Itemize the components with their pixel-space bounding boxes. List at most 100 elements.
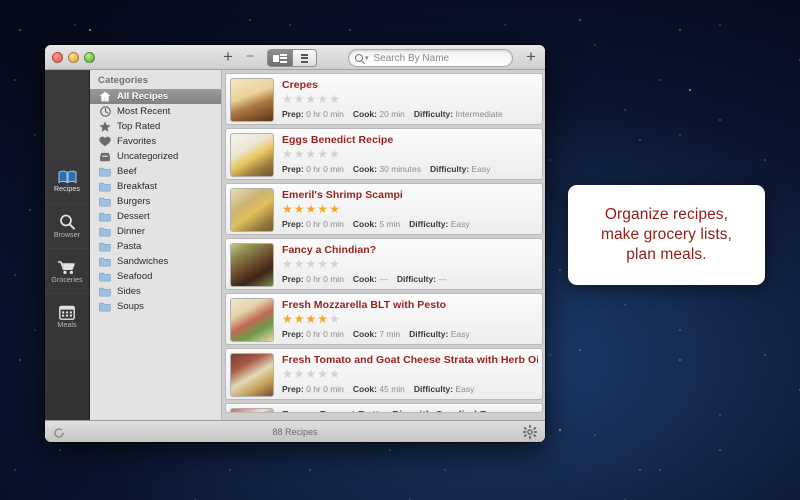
add-button-right[interactable]: + [526,48,536,65]
rail-item-meals[interactable]: Meals [45,293,90,338]
star-icon[interactable]: ★ [306,313,317,325]
star-icon[interactable]: ★ [282,368,293,380]
star-icon[interactable]: ★ [306,93,317,105]
star-icon[interactable]: ★ [294,93,305,105]
cook-value: 20 min [379,109,405,119]
rating-stars[interactable]: ★ ★ ★ ★ ★ [282,313,538,325]
folder-icon [99,271,111,282]
recipe-row[interactable]: Eggs Benedict Recipe ★ ★ ★ ★ ★ Prep: 0 hr 0 mi… [225,128,543,180]
sidebar-item-soups[interactable]: Soups [90,299,221,314]
recipe-title[interactable]: Fancy a Chindian? [282,244,538,256]
zoom-button[interactable] [84,51,95,63]
prep-label: Prep: [282,219,304,229]
star-icon[interactable]: ★ [329,203,340,215]
sidebar-item-top-rated[interactable]: Top Rated [90,119,221,134]
rail-item-recipes[interactable]: Recipes [45,158,90,203]
star-icon[interactable]: ★ [306,203,317,215]
close-button[interactable] [52,51,63,63]
recipe-row[interactable]: Crepes ★ ★ ★ ★ ★ Prep: 0 hr 0 min Cook: 20 min D… [225,73,543,125]
recipe-list[interactable]: Crepes ★ ★ ★ ★ ★ Prep: 0 hr 0 min Cook: 20 min D… [222,70,545,420]
sidebar-item-label: All Recipes [117,91,169,102]
sidebar-item-burgers[interactable]: Burgers [90,194,221,209]
recipe-title[interactable]: Eggs Benedict Recipe [282,134,538,146]
rating-stars[interactable]: ★ ★ ★ ★ ★ [282,258,538,270]
star-icon[interactable]: ★ [329,93,340,105]
sidebar-item-dessert[interactable]: Dessert [90,209,221,224]
recipe-row[interactable]: Fresh Tomato and Goat Cheese Strata with… [225,348,543,400]
star-icon[interactable]: ★ [282,203,293,215]
difficulty: Difficulty: Easy [409,219,469,229]
sidebar-item-uncategorized[interactable]: Uncategorized [90,149,221,164]
rail-item-groceries[interactable]: Groceries [45,248,90,293]
sidebar-item-pasta[interactable]: Pasta [90,239,221,254]
difficulty: Difficulty: --- [397,274,447,284]
callout-text: Organize recipes, make grocery lists, pl… [601,205,732,264]
star-icon[interactable]: ★ [294,203,305,215]
rating-stars[interactable]: ★ ★ ★ ★ ★ [282,93,538,105]
star-icon[interactable]: ★ [282,313,293,325]
rating-stars[interactable]: ★ ★ ★ ★ ★ [282,148,538,160]
star-icon[interactable]: ★ [317,258,328,270]
sidebar-item-sandwiches[interactable]: Sandwiches [90,254,221,269]
star-icon[interactable]: ★ [329,313,340,325]
gear-icon[interactable] [523,425,537,442]
rail-item-browser[interactable]: Browser [45,203,90,248]
sidebar-item-label: Breakfast [117,181,158,192]
star-icon[interactable]: ★ [329,148,340,160]
search-input[interactable] [373,52,506,64]
rating-stars[interactable]: ★ ★ ★ ★ ★ [282,203,538,215]
star-icon[interactable]: ★ [306,258,317,270]
star-icon[interactable]: ★ [317,368,328,380]
sidebar-item-seafood[interactable]: Seafood [90,269,221,284]
recipe-row[interactable]: Frozen Peanut Butter Pie with Candied Ba… [225,403,543,413]
sidebar-item-breakfast[interactable]: Breakfast [90,179,221,194]
star-icon[interactable]: ★ [317,203,328,215]
minimize-button[interactable] [68,51,79,63]
add-recipe-button[interactable]: + [223,48,233,65]
star-icon[interactable]: ★ [294,258,305,270]
recipe-row[interactable]: Fancy a Chindian? ★ ★ ★ ★ ★ Prep: 0 hr 0 min Co… [225,238,543,290]
recipe-title[interactable]: Frozen Peanut Butter Pie with Candied Ba… [282,409,538,412]
recipe-title[interactable]: Crepes [282,79,538,91]
search-field[interactable]: ▾ [348,49,513,67]
star-icon[interactable]: ★ [306,368,317,380]
list-view-icon[interactable] [268,50,292,66]
rail-label-browser: Browser [53,231,81,239]
view-mode-segmented-control[interactable] [267,49,317,67]
folder-icon [99,226,111,237]
recipe-title[interactable]: Fresh Mozzarella BLT with Pesto [282,299,538,311]
star-icon[interactable]: ★ [282,93,293,105]
recipe-title[interactable]: Fresh Tomato and Goat Cheese Strata with… [282,354,538,366]
chevron-down-icon[interactable]: ▾ [365,54,369,62]
sidebar-item-label: Burgers [117,196,151,207]
star-icon[interactable]: ★ [294,148,305,160]
star-icon[interactable]: ★ [294,368,305,380]
sidebar-item-beef[interactable]: Beef [90,164,221,179]
rating-stars[interactable]: ★ ★ ★ ★ ★ [282,368,538,380]
refresh-icon[interactable] [53,426,65,442]
sidebar-item-dinner[interactable]: Dinner [90,224,221,239]
sidebar-item-sides[interactable]: Sides [90,284,221,299]
folder-icon [99,181,111,192]
sidebar-item-all-recipes[interactable]: All Recipes [90,89,221,104]
recipe-row[interactable]: Emeril's Shrimp Scampi ★ ★ ★ ★ ★ Prep: 0 hr 0 … [225,183,543,235]
difficulty-value: Intermediate [455,109,503,119]
sidebar-item-most-recent[interactable]: Most Recent [90,104,221,119]
recipe-row[interactable]: Fresh Mozzarella BLT with Pesto ★ ★ ★ ★ ★ Prep… [225,293,543,345]
star-icon[interactable]: ★ [306,148,317,160]
recipe-title[interactable]: Emeril's Shrimp Scampi [282,189,538,201]
sidebar-item-label: Beef [117,166,137,177]
star-icon[interactable]: ★ [282,258,293,270]
sidebar-item-favorites[interactable]: Favorites [90,134,221,149]
star-icon[interactable]: ★ [294,313,305,325]
star-icon[interactable]: ★ [282,148,293,160]
star-icon[interactable]: ★ [329,368,340,380]
difficulty: Difficulty: Easy [430,164,490,174]
star-icon[interactable]: ★ [317,93,328,105]
remove-recipe-button[interactable]: − [246,48,255,65]
grid-view-icon[interactable] [292,50,316,66]
sidebar-item-label: Dinner [117,226,145,237]
star-icon[interactable]: ★ [317,148,328,160]
star-icon[interactable]: ★ [329,258,340,270]
star-icon[interactable]: ★ [317,313,328,325]
